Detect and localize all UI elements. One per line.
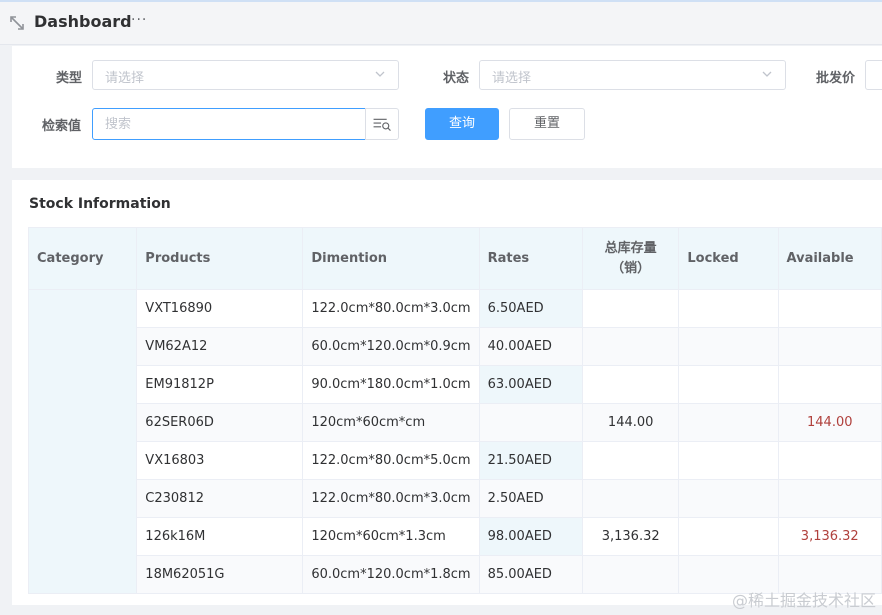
product-cell: VXT16890 <box>136 289 304 328</box>
dimension-cell: 122.0cm*80.0cm*5.0cm <box>302 441 480 480</box>
available-cell <box>777 289 882 328</box>
page-title: Dashboard <box>34 12 132 31</box>
dimension-cell: 122.0cm*80.0cm*3.0cm <box>302 479 480 518</box>
column-header-total-stock-line1: 总库存量 <box>604 240 657 256</box>
reset-button[interactable]: 重置 <box>509 108 585 140</box>
product-cell: 126k16M <box>136 517 304 556</box>
product-cell: VM62A12 <box>136 327 304 366</box>
table-row[interactable]: VX16803 122.0cm*80.0cm*5.0cm 21.50AED <box>29 441 882 480</box>
table-row[interactable]: 126k16M 120cm*60cm*1.3cm 98.00AED 3,136.… <box>29 517 882 556</box>
locked-cell <box>678 403 779 442</box>
table-row[interactable]: VXT16890 122.0cm*80.0cm*3.0cm 6.50AED <box>27 289 882 594</box>
total-stock-cell <box>581 555 680 594</box>
status-select-placeholder: 请选择 <box>492 71 532 86</box>
dimension-cell: 60.0cm*120.0cm*1.8cm <box>302 555 480 594</box>
table-row[interactable]: EM91812P 90.0cm*180.0cm*1.0cm 63.00AED <box>29 365 882 404</box>
total-stock-cell <box>581 327 680 366</box>
total-stock-cell <box>581 441 680 480</box>
column-header-products[interactable]: Products <box>136 227 304 290</box>
available-cell <box>777 479 882 518</box>
type-select[interactable]: 请选择 <box>92 60 399 90</box>
column-header-dimention[interactable]: Dimention <box>302 227 480 290</box>
stock-information-panel: Stock Information Category Products Dime… <box>12 180 882 605</box>
wholesale-price-label: 批发价 <box>816 71 856 86</box>
column-header-category[interactable]: Category <box>27 227 138 290</box>
dimension-cell: 60.0cm*120.0cm*0.9cm <box>302 327 480 366</box>
search-input[interactable] <box>92 108 366 140</box>
chevron-down-icon <box>375 71 385 77</box>
available-cell <box>777 365 882 404</box>
total-stock-cell <box>581 289 680 328</box>
total-stock-cell: 3,136.32 <box>581 517 680 556</box>
search-filter-button[interactable] <box>365 108 399 140</box>
available-cell: 3,136.32 <box>777 517 882 556</box>
rate-cell: 21.50AED <box>478 441 583 480</box>
rate-cell: 85.00AED <box>478 555 583 594</box>
product-cell: EM91812P <box>136 365 304 404</box>
watermark: @稀土掘金技术社区 <box>731 591 876 610</box>
table-row[interactable]: C230812 122.0cm*80.0cm*3.0cm 2.50AED <box>29 479 882 518</box>
category-cell <box>27 289 138 594</box>
dimension-cell: 90.0cm*180.0cm*1.0cm <box>302 365 480 404</box>
rate-cell: 98.00AED <box>478 517 583 556</box>
column-header-total-stock[interactable]: 总库存量 （销） <box>581 227 680 290</box>
rate-cell: 6.50AED <box>478 289 583 328</box>
collapse-sidebar-icon[interactable] <box>8 14 26 32</box>
locked-cell <box>678 327 779 366</box>
list-search-icon <box>373 118 391 131</box>
available-cell <box>777 441 882 480</box>
dimension-cell: 120cm*60cm*cm <box>302 403 480 442</box>
column-header-rates[interactable]: Rates <box>478 227 583 290</box>
rate-cell <box>478 403 583 442</box>
rate-cell: 63.00AED <box>478 365 583 404</box>
stock-table: Category Products Dimention Rates 总库存量 （… <box>27 227 882 594</box>
chevron-down-icon <box>762 71 772 77</box>
locked-cell <box>678 479 779 518</box>
available-cell: 144.00 <box>777 403 882 442</box>
dimension-cell: 122.0cm*80.0cm*3.0cm <box>302 289 480 328</box>
locked-cell <box>678 441 779 480</box>
type-label: 类型 <box>56 71 83 86</box>
total-stock-cell <box>581 479 680 518</box>
product-cell: 18M62051G <box>136 555 304 594</box>
search-label: 检索值 <box>42 119 82 134</box>
table-header-row: Category Products Dimention Rates 总库存量 （… <box>27 227 882 290</box>
product-cell: 62SER06D <box>136 403 304 442</box>
more-options-icon[interactable]: ··· <box>131 12 147 28</box>
product-cell: C230812 <box>136 479 304 518</box>
app-header: Dashboard ··· <box>0 2 882 45</box>
rate-cell: 2.50AED <box>478 479 583 518</box>
column-header-total-stock-line2: （销） <box>611 260 651 276</box>
status-select[interactable]: 请选择 <box>479 60 786 90</box>
column-header-locked[interactable]: Locked <box>678 227 779 290</box>
total-stock-cell: 144.00 <box>581 403 680 442</box>
table-row[interactable]: VM62A12 60.0cm*120.0cm*0.9cm 40.00AED <box>29 327 882 366</box>
dimension-cell: 120cm*60cm*1.3cm <box>302 517 480 556</box>
wholesale-price-select[interactable] <box>865 60 882 90</box>
query-button[interactable]: 查询 <box>425 108 499 140</box>
type-select-placeholder: 请选择 <box>105 71 145 86</box>
rate-cell: 40.00AED <box>478 327 583 366</box>
locked-cell <box>678 289 779 328</box>
locked-cell <box>678 517 779 556</box>
available-cell <box>777 327 882 366</box>
status-label: 状态 <box>443 71 470 86</box>
column-header-available[interactable]: Available <box>777 227 882 290</box>
total-stock-cell <box>581 365 680 404</box>
filter-panel: 类型 请选择 状态 请选择 批发价 检索值 查询 重置 <box>12 46 882 168</box>
locked-cell <box>678 365 779 404</box>
table-row[interactable]: 62SER06D 120cm*60cm*cm 144.00 144.00 <box>29 403 882 442</box>
product-cell: VX16803 <box>136 441 304 480</box>
section-title: Stock Information <box>29 196 171 212</box>
